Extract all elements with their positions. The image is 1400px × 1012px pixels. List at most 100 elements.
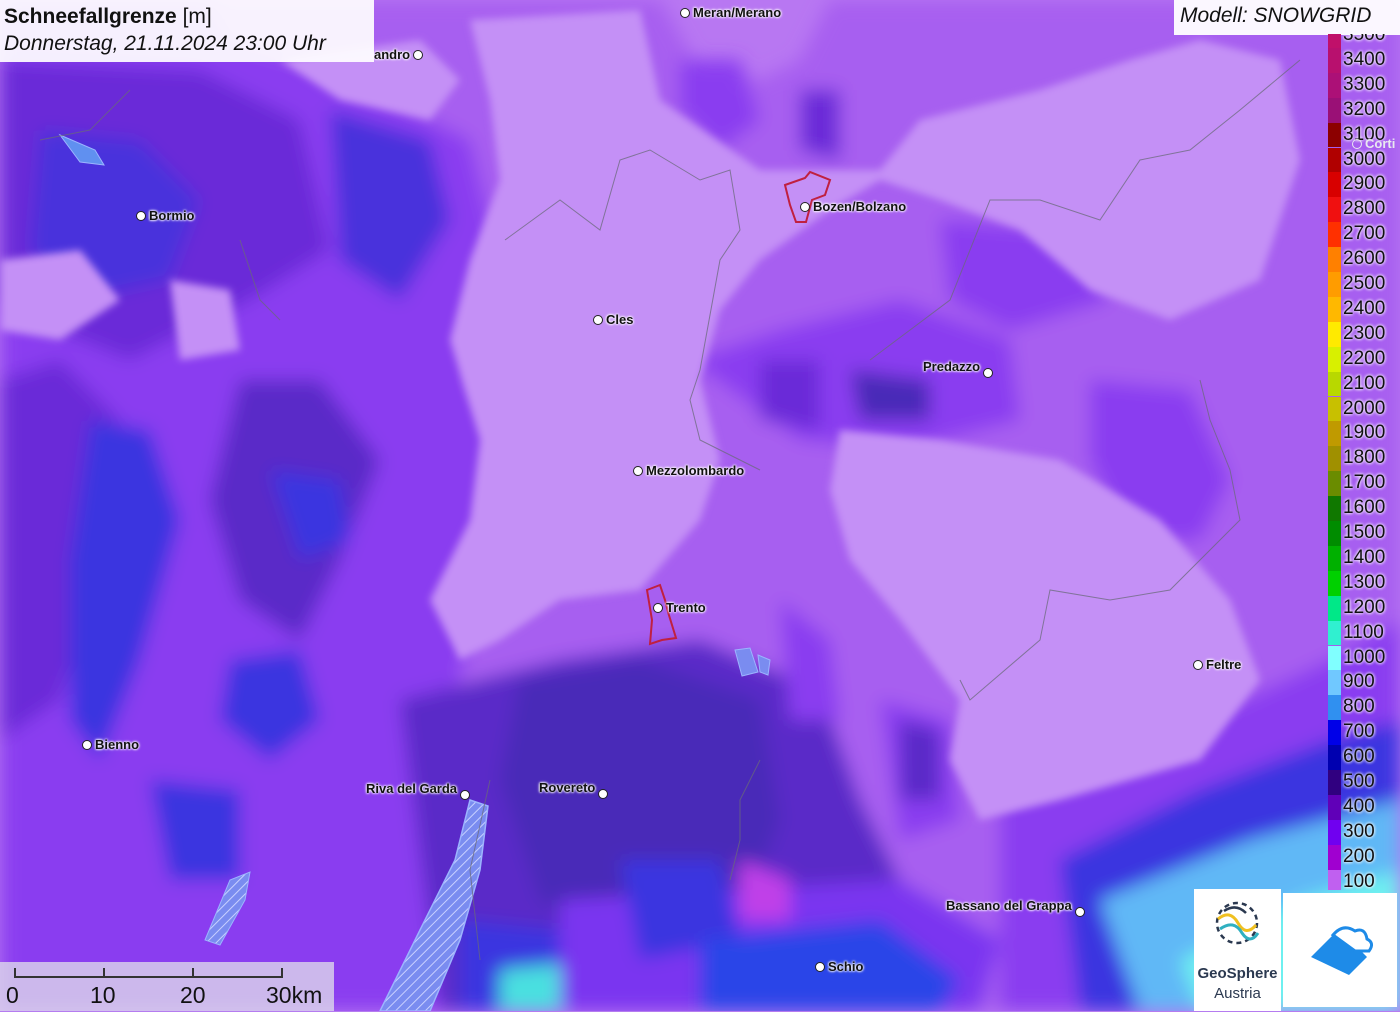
legend-label: 2500 <box>1343 273 1386 294</box>
city-dot-icon <box>680 8 690 18</box>
legend-entry-2700: 2700 <box>1328 222 1400 248</box>
city-dot-icon <box>598 789 608 799</box>
geosphere-logo-text: GeoSphere <box>1197 965 1278 982</box>
legend-entry-2400: 2400 <box>1328 296 1400 322</box>
legend-swatch <box>1328 695 1341 721</box>
legend-swatch <box>1328 222 1341 248</box>
city-dot-icon <box>460 790 470 800</box>
legend-entry-1800: 1800 <box>1328 446 1400 472</box>
geosphere-austria-logo[interactable]: GeoSphere Austria <box>1194 889 1281 1011</box>
legend-entry-3000: 3000 <box>1328 147 1400 173</box>
legend-entry-3400: 3400 <box>1328 47 1400 73</box>
legend-swatch <box>1328 122 1341 148</box>
legend-entry-2600: 2600 <box>1328 247 1400 272</box>
legend-label: 2800 <box>1343 198 1386 220</box>
legend-swatch <box>1328 869 1341 890</box>
legend-entry-3200: 3200 <box>1328 97 1400 123</box>
color-legend: 3500 3400 3300 3200 3100 3000 2900 2800 2700 2600… <box>1328 34 1400 890</box>
legend-swatch <box>1328 321 1341 347</box>
scale-tick <box>192 968 194 978</box>
legend-label: 3300 <box>1343 73 1386 95</box>
geosphere-logo-subtext: Austria <box>1214 985 1261 1002</box>
scale-tick <box>14 968 16 978</box>
legend-label: 2900 <box>1343 173 1386 195</box>
snowgrid-logo[interactable] <box>1283 893 1397 1007</box>
parameter-name: Schneefallgrenze <box>4 5 177 28</box>
legend-label: 1800 <box>1343 447 1386 469</box>
legend-label: 1200 <box>1343 596 1386 618</box>
legend-swatch <box>1328 770 1341 795</box>
legend-label: 1400 <box>1343 546 1386 568</box>
legend-label: 1500 <box>1343 522 1386 543</box>
city-label: andro <box>374 47 411 62</box>
scale-tick <box>281 968 283 978</box>
city-dot-icon <box>1193 660 1203 670</box>
legend-swatch <box>1328 34 1341 48</box>
legend-label: 400 <box>1343 795 1375 817</box>
city-label: Mezzolombardo <box>646 463 745 478</box>
forecast-datetime: Donnerstag, 21.11.2024 23:00 Uhr <box>4 32 326 55</box>
legend-label: 2400 <box>1343 297 1386 319</box>
scale-label-10: 10 <box>90 982 116 1008</box>
legend-entry-2800: 2800 <box>1328 197 1400 223</box>
legend-label: 1700 <box>1343 472 1386 494</box>
legend-entry-2300: 2300 <box>1328 321 1400 347</box>
legend-swatch <box>1328 47 1341 73</box>
city-label: Cles <box>606 312 634 327</box>
legend-entry-600: 600 <box>1328 745 1400 770</box>
legend-label: 2000 <box>1343 397 1386 419</box>
parameter-unit: [m] <box>176 5 212 28</box>
legend-label: 800 <box>1343 696 1375 718</box>
legend-label: 3400 <box>1343 48 1386 70</box>
legend-entry-1600: 1600 <box>1328 496 1400 521</box>
legend-entry-2500: 2500 <box>1328 272 1400 297</box>
city-dot-icon <box>82 740 92 750</box>
city-label: Riva del Garda <box>366 781 458 796</box>
legend-swatch <box>1328 570 1341 596</box>
legend-swatch <box>1328 97 1341 123</box>
legend-label: 1300 <box>1343 571 1386 593</box>
city-label: Predazzo <box>923 359 981 374</box>
legend-entry-2000: 2000 <box>1328 396 1400 422</box>
legend-entry-1300: 1300 <box>1328 570 1400 596</box>
legend-label: 2700 <box>1343 223 1386 245</box>
legend-label: 200 <box>1343 845 1375 867</box>
legend-swatch <box>1328 521 1341 546</box>
legend-swatch <box>1328 670 1341 696</box>
scale-label-30: 30km <box>266 982 323 1008</box>
city-dot-icon <box>815 962 825 972</box>
snowfall-line-map[interactable] <box>0 0 1400 1011</box>
legend-swatch <box>1328 172 1341 198</box>
city-label: Rovereto <box>539 780 596 795</box>
legend-label: 700 <box>1343 721 1375 743</box>
map-title: Schneefallgrenze [m] <box>4 3 370 30</box>
legend-entry-3500: 3500 <box>1328 34 1400 48</box>
city-dot-icon <box>653 603 663 613</box>
legend-entry-3300: 3300 <box>1328 72 1400 98</box>
legend-label: 100 <box>1343 870 1375 890</box>
legend-label: 600 <box>1343 746 1375 768</box>
legend-label: 2100 <box>1343 372 1386 394</box>
legend-label: 1600 <box>1343 497 1386 519</box>
legend-entry-200: 200 <box>1328 844 1400 870</box>
city-dot-icon <box>1075 907 1085 917</box>
legend-entry-1100: 1100 <box>1328 620 1400 646</box>
legend-label: 1100 <box>1343 621 1384 643</box>
legend-swatch <box>1328 720 1341 746</box>
title-panel: Schneefallgrenze [m] Donnerstag, 21.11.2… <box>0 0 374 62</box>
legend-entry-800: 800 <box>1328 695 1400 721</box>
legend-swatch <box>1328 346 1341 372</box>
legend-entry-2200: 2200 <box>1328 346 1400 372</box>
legend-label: 1000 <box>1343 646 1386 668</box>
city-label: Bassano del Grappa <box>946 898 1072 913</box>
legend-swatch <box>1328 421 1341 447</box>
geosphere-emblem-icon <box>1215 901 1260 945</box>
legend-swatch <box>1328 471 1341 497</box>
legend-entry-700: 700 <box>1328 720 1400 746</box>
legend-entry-2900: 2900 <box>1328 172 1400 198</box>
city-label: Trento <box>666 600 706 615</box>
city-label: Feltre <box>1206 657 1242 672</box>
legend-entry-300: 300 <box>1328 819 1400 845</box>
legend-label: 300 <box>1343 820 1375 842</box>
legend-swatch <box>1328 247 1341 272</box>
